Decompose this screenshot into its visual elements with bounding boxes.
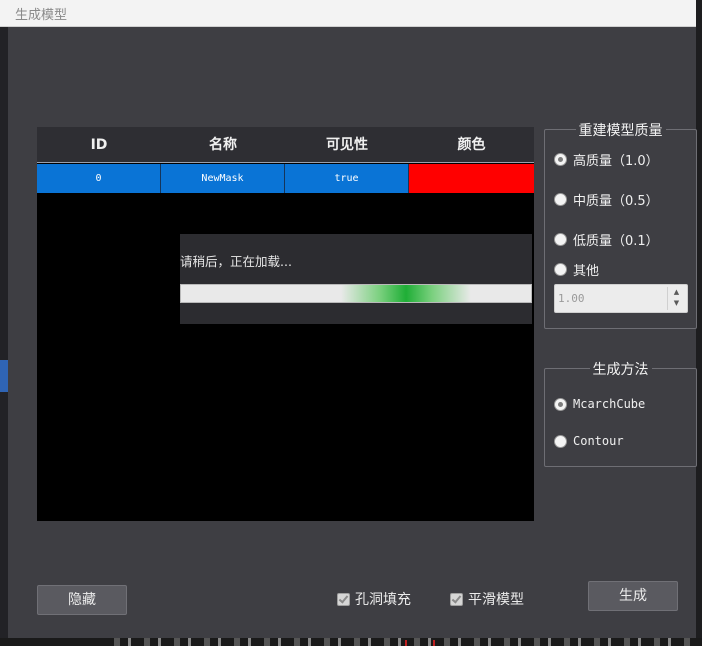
- fill-holes-label: 孔洞填充: [355, 592, 411, 608]
- background-window-left: [0, 27, 8, 646]
- radio-button[interactable]: [554, 193, 567, 206]
- quality-value-spinbox[interactable]: 1.00 ▲ ▼: [554, 284, 688, 313]
- radio-label: Contour: [573, 434, 624, 448]
- header-color[interactable]: 颜色: [409, 127, 534, 163]
- fill-holes-option[interactable]: 孔洞填充: [337, 589, 411, 609]
- radio-label: 高质量（1.0）: [573, 154, 659, 169]
- method-group: 生成方法 McarchCube Contour: [544, 362, 697, 467]
- background-image-strip: [114, 638, 694, 646]
- smooth-model-checkbox[interactable]: [450, 592, 463, 606]
- radio-button[interactable]: [554, 434, 567, 448]
- cell-name[interactable]: NewMask: [161, 164, 285, 193]
- cell-color-swatch[interactable]: [409, 164, 534, 193]
- cell-id[interactable]: 0: [37, 164, 161, 193]
- smooth-model-option[interactable]: 平滑模型: [450, 589, 524, 609]
- loading-progress-bar: [180, 284, 532, 303]
- hide-button[interactable]: 隐藏: [37, 585, 127, 615]
- header-name[interactable]: 名称: [161, 127, 285, 163]
- radio-button[interactable]: [554, 263, 567, 276]
- quality-legend: 重建模型质量: [575, 123, 666, 139]
- header-id[interactable]: ID: [37, 127, 161, 163]
- radio-quality-other[interactable]: 其他: [554, 260, 599, 279]
- radio-method-marchcube[interactable]: McarchCube: [554, 397, 645, 411]
- radio-label: 中质量（0.5）: [573, 194, 659, 209]
- smooth-model-label: 平滑模型: [468, 592, 524, 608]
- radio-method-contour[interactable]: Contour: [554, 434, 624, 448]
- spin-down-icon[interactable]: ▼: [668, 298, 685, 309]
- title-bar[interactable]: 生成模型: [0, 0, 702, 27]
- background-red-marks: [405, 640, 435, 646]
- spin-up-icon[interactable]: ▲: [668, 287, 685, 298]
- fill-holes-checkbox[interactable]: [337, 592, 350, 606]
- progress-indicator: [341, 285, 471, 302]
- quality-group: 重建模型质量 高质量（1.0） 中质量（0.5） 低质量（0.1） 其他 1.0…: [544, 123, 697, 329]
- radio-quality-high[interactable]: 高质量（1.0）: [554, 150, 659, 169]
- table-row[interactable]: 0 NewMask true: [37, 164, 534, 193]
- radio-button[interactable]: [554, 397, 567, 411]
- table-header: ID 名称 可见性 颜色: [37, 127, 534, 163]
- radio-quality-low[interactable]: 低质量（0.1）: [554, 230, 659, 249]
- spinbox-value[interactable]: 1.00: [558, 292, 585, 305]
- window-title: 生成模型: [15, 8, 68, 23]
- radio-quality-medium[interactable]: 中质量（0.5）: [554, 190, 659, 209]
- radio-button[interactable]: [554, 153, 567, 166]
- generate-model-dialog: ID 名称 可见性 颜色 0 NewMask true 请稍后，正在加载... …: [8, 27, 697, 638]
- cell-visibility[interactable]: true: [285, 164, 409, 193]
- loading-message: 请稍后，正在加载...: [180, 254, 292, 269]
- radio-label: McarchCube: [573, 397, 646, 411]
- loading-overlay: 请稍后，正在加载...: [180, 234, 532, 324]
- generate-button[interactable]: 生成: [588, 581, 678, 611]
- mask-table[interactable]: ID 名称 可见性 颜色 0 NewMask true 请稍后，正在加载...: [37, 127, 534, 521]
- radio-button[interactable]: [554, 233, 567, 246]
- radio-label: 低质量（0.1）: [573, 234, 659, 249]
- method-legend: 生成方法: [589, 362, 652, 378]
- background-window-highlight: [0, 360, 8, 392]
- radio-label: 其他: [573, 264, 600, 279]
- header-visibility[interactable]: 可见性: [285, 127, 409, 163]
